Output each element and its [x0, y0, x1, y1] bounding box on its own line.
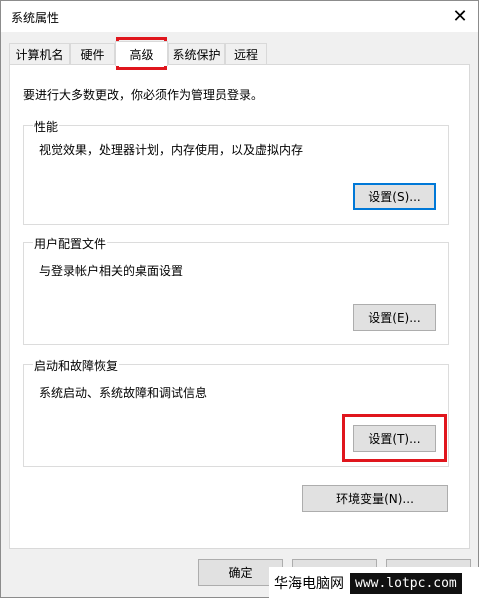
- watermark-site-name: 华海电脑网: [274, 576, 344, 592]
- performance-description: 视觉效果，处理器计划，内存使用，以及虚拟内存: [39, 143, 304, 157]
- system-properties-window: 系统属性 ✕ 计算机名 硬件 高级 系统保护 远程 要进行大多数更改，你必须作为…: [0, 0, 479, 598]
- performance-group: [23, 125, 449, 225]
- window-title: 系统属性: [11, 11, 60, 25]
- close-icon[interactable]: ✕: [442, 1, 478, 32]
- watermark-url: www.lotpc.com: [350, 572, 462, 594]
- startup-recovery-legend: 启动和故障恢复: [33, 357, 120, 374]
- watermark: 华海电脑网 www.lotpc.com: [269, 567, 479, 598]
- tab-computer-name[interactable]: 计算机名: [9, 43, 70, 65]
- tab-advanced[interactable]: 高级: [115, 41, 168, 66]
- tab-system-protection[interactable]: 系统保护: [168, 43, 225, 65]
- startup-recovery-description: 系统启动、系统故障和调试信息: [39, 386, 208, 400]
- performance-settings-button[interactable]: 设置(S)...: [353, 183, 436, 210]
- title-bar: 系统属性 ✕: [1, 1, 478, 32]
- user-profiles-description: 与登录帐户相关的桌面设置: [39, 264, 184, 278]
- user-profiles-legend: 用户配置文件: [33, 235, 108, 252]
- tab-remote[interactable]: 远程: [225, 43, 267, 65]
- user-profiles-settings-button[interactable]: 设置(E)...: [353, 304, 436, 331]
- startup-recovery-settings-button[interactable]: 设置(T)...: [353, 425, 436, 452]
- tab-hardware[interactable]: 硬件: [70, 43, 115, 65]
- environment-variables-button[interactable]: 环境变量(N)...: [302, 485, 448, 512]
- performance-legend: 性能: [33, 118, 60, 135]
- admin-notice: 要进行大多数更改，你必须作为管理员登录。: [23, 88, 264, 102]
